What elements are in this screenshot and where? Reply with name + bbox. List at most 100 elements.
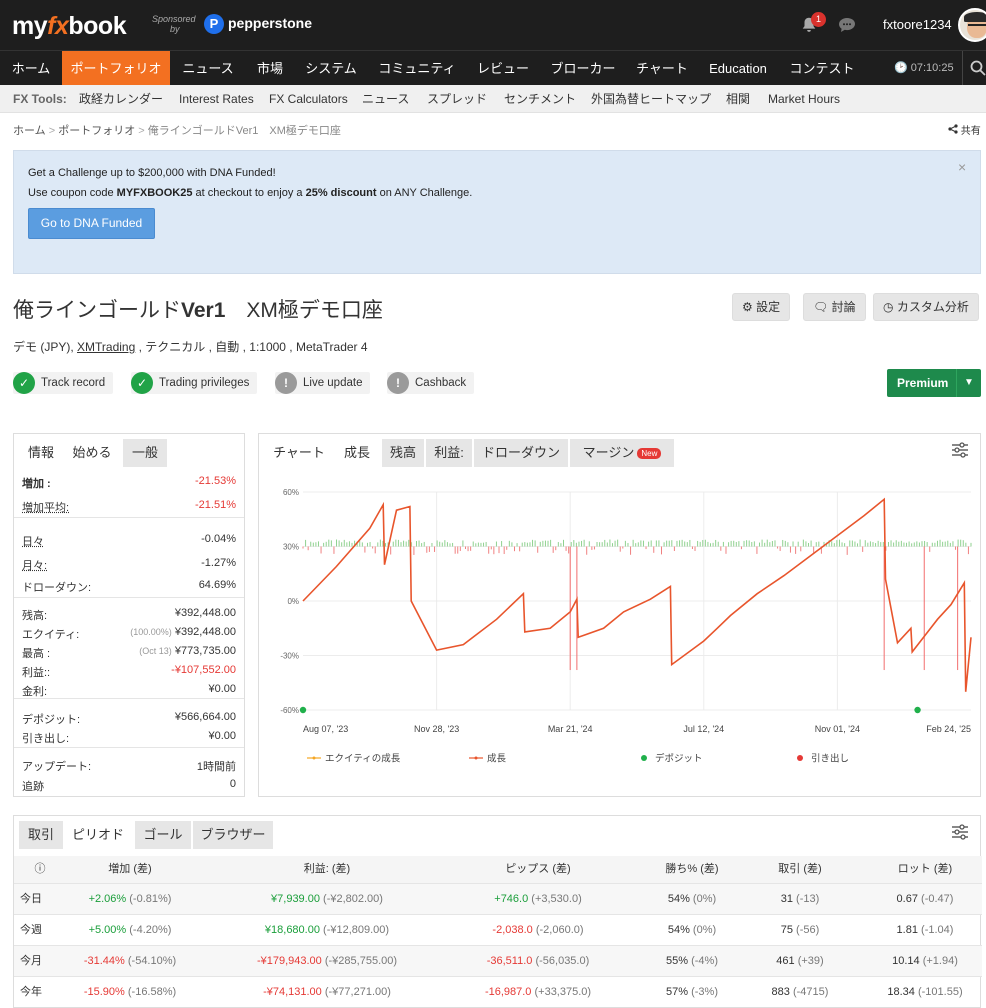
table-row: 今月 -31.44% (-54.10%) -¥179,943.00 (-¥285,7… (14, 945, 982, 976)
chart-tab-2[interactable]: 残高 (382, 439, 424, 467)
custom-analysis-button[interactable]: ◷ カスタム分析 (873, 293, 979, 321)
column-header: 取引 (差) (750, 856, 850, 883)
tool-item-4[interactable]: スプレッド (427, 85, 487, 113)
tool-item-8[interactable]: Market Hours (768, 85, 840, 113)
check-icon: ✓ (131, 372, 153, 394)
exclamation-icon: ! (387, 372, 409, 394)
chart-tab-4[interactable]: ドローダウン (474, 439, 568, 467)
username[interactable]: fxtoore1234 (883, 17, 952, 32)
stat-label: 増加 : (22, 475, 51, 491)
stat-row: アップデート: 1時間前 (14, 755, 244, 774)
clock-icon: ◷ (883, 300, 893, 314)
stat-label[interactable]: 月々: (22, 557, 47, 573)
table-row: 今週 +5.00% (-4.20%) ¥18,680.00 (-¥12,809.00… (14, 914, 982, 945)
breadcrumb-home[interactable]: ホーム (13, 125, 46, 137)
nav-item-7[interactable]: ブローカー (540, 51, 626, 86)
column-header: ピップス (差) (438, 856, 638, 883)
stat-value: 64.69% (199, 579, 236, 591)
comment-icon: 🗨 (813, 300, 828, 314)
chart-legend: エクイティの成長 成長 デポジット 引き出し (307, 753, 849, 765)
chart-tab-3[interactable]: 利益: (426, 439, 472, 467)
legend-label[interactable]: 引き出し (811, 753, 849, 765)
tab-general[interactable]: 一般 (123, 439, 167, 467)
chart-tab-5[interactable]: マージン New (570, 439, 674, 467)
nav-item-4[interactable]: システム (294, 51, 368, 86)
stat-row: 増加 : -21.53% (14, 472, 244, 491)
chevron-down-icon[interactable]: ▼ (956, 369, 981, 397)
pepperstone-logo-icon: P (204, 14, 224, 34)
nav-item-0[interactable]: ホーム (0, 51, 62, 86)
settings-button[interactable]: ⚙ 設定 (732, 293, 790, 321)
gear-icon: ⚙ (742, 300, 753, 314)
info-icon[interactable]: ⓘ (30, 856, 50, 883)
chart-tab-1[interactable]: 成長 (334, 439, 380, 467)
account-meta: デモ (JPY), XMTrading , テクニカル , 自動 , 1:100… (13, 338, 368, 355)
tool-item-2[interactable]: FX Calculators (269, 85, 348, 113)
tool-item-1[interactable]: Interest Rates (179, 85, 254, 113)
tab-info[interactable]: 情報 (19, 439, 63, 467)
promo-banner: Get a Challenge up to $200,000 with DNA … (13, 150, 981, 274)
legend-label[interactable]: デポジット (655, 753, 703, 765)
chart-tab-0[interactable]: チャート (264, 439, 334, 467)
close-icon[interactable]: × (958, 159, 966, 175)
exclamation-icon: ! (275, 372, 297, 394)
chat-icon[interactable] (838, 17, 856, 33)
x-tick-label: Feb 24, '25 (926, 724, 971, 734)
nav-item-5[interactable]: コミュニティ (368, 51, 466, 86)
nav-item-2[interactable]: ニュース (170, 51, 246, 86)
stat-row: 残高: ¥392,448.00 (14, 604, 244, 623)
table-cell: 54% (0%) (637, 915, 747, 946)
avatar[interactable] (958, 8, 986, 42)
tab-goals[interactable]: ゴール (135, 821, 191, 849)
legend-label[interactable]: 成長 (487, 753, 507, 765)
tool-item-6[interactable]: 外国為替ヒートマップ (591, 85, 711, 113)
tool-item-7[interactable]: 相関 (726, 85, 750, 113)
deposit-point[interactable] (300, 707, 306, 713)
breadcrumb-portfolio[interactable]: ポートフォリオ (58, 125, 135, 137)
nav-item-1[interactable]: ポートフォリオ (62, 51, 170, 86)
premium-button[interactable]: Premium ▼ (887, 369, 981, 397)
breadcrumb-current: 俺ラインゴールドVer1 XM極デモ口座 (148, 125, 341, 137)
deposit-point[interactable] (914, 707, 920, 713)
sponsor-name[interactable]: pepperstone (228, 15, 312, 31)
nav-item-8[interactable]: チャート (626, 51, 698, 86)
tool-item-0[interactable]: 政経カレンダー (79, 85, 163, 113)
periods-panel: 取引 ピリオド ゴール ブラウザー ⓘ 増加 (差) 利益: (差) ピップス (差)… (13, 815, 981, 1008)
tab-trades[interactable]: 取引 (19, 821, 63, 849)
legend-swatch-dot (313, 757, 316, 760)
fx-tools-bar: FX Tools: 政経カレンダー Interest Rates FX Calcul… (0, 85, 986, 113)
broker-link[interactable]: XMTrading (77, 340, 135, 354)
nav-item-9[interactable]: Education (698, 51, 778, 86)
tab-periods[interactable]: ピリオド (63, 821, 133, 849)
clock: 🕑 07:10:25 (894, 51, 954, 86)
tab-browser[interactable]: ブラウザー (193, 821, 273, 849)
legend-swatch (641, 755, 647, 761)
table-header: ⓘ 増加 (差) 利益: (差) ピップス (差) 勝ち% (差) 取引 (差) ロット (… (14, 856, 982, 883)
stat-label: 追跡 (22, 778, 44, 794)
legend-swatch (797, 755, 803, 761)
table-cell: -31.44% (-54.10%) (50, 946, 210, 977)
tool-item-3[interactable]: ニュース (362, 85, 409, 113)
discuss-button[interactable]: 🗨 討論 (803, 293, 866, 321)
tab-start[interactable]: 始める (63, 439, 121, 467)
growth-line (303, 499, 971, 692)
stat-value: -0.04% (201, 533, 236, 545)
divider (14, 597, 244, 598)
table-cell: ¥18,680.00 (-¥12,809.00) (227, 915, 427, 946)
nav-search-button[interactable] (962, 51, 986, 86)
myfxbook-logo[interactable]: myfxbook (12, 12, 126, 41)
stat-label[interactable]: 日々 (22, 533, 44, 549)
sponsored-by-text: Sponsored by (152, 14, 196, 34)
legend-label[interactable]: エクイティの成長 (325, 753, 401, 765)
nav-item-3[interactable]: 市場 (246, 51, 294, 86)
nav-item-6[interactable]: レビュー (466, 51, 540, 86)
stat-label[interactable]: 増加平均: (22, 499, 69, 515)
status-badge: ! Cashback (387, 372, 474, 394)
tool-item-5[interactable]: センチメント (504, 85, 576, 113)
go-to-dna-funded-button[interactable]: Go to DNA Funded (28, 208, 155, 239)
table-cell: -15.90% (-16.58%) (50, 977, 210, 1008)
settings-sliders-icon[interactable] (951, 824, 969, 840)
nav-item-10[interactable]: コンテスト (778, 51, 866, 86)
share-button[interactable]: 共有 (948, 122, 981, 137)
settings-sliders-icon[interactable] (951, 442, 969, 458)
